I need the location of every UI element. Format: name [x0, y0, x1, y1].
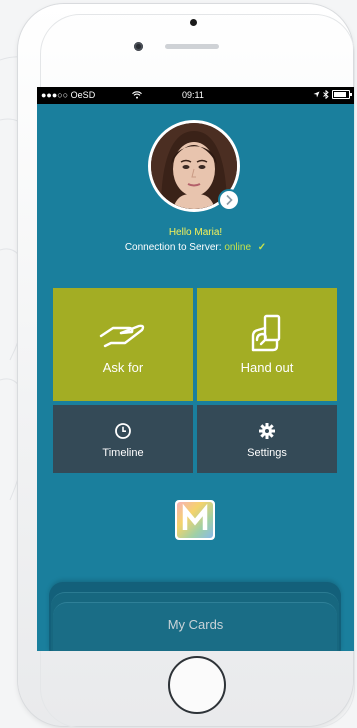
chevron-right-icon — [226, 194, 233, 206]
settings-label: Settings — [247, 447, 287, 459]
wifi-icon — [132, 91, 142, 99]
my-cards-label: My Cards — [167, 617, 224, 632]
carrier-label: ●●●○○ OeSD — [41, 90, 96, 100]
ask-for-button[interactable]: Ask for — [53, 288, 193, 401]
status-right — [313, 90, 352, 99]
logo-m-icon — [177, 502, 213, 538]
greeting-text: Hello Maria! — [168, 227, 223, 238]
hand-out-button[interactable]: Hand out — [197, 288, 337, 401]
hand-out-label: Hand out — [240, 360, 294, 375]
location-icon — [313, 91, 320, 98]
check-icon: ✓ — [257, 242, 267, 253]
bluetooth-icon — [323, 90, 329, 99]
status-time: 09:11 — [182, 90, 204, 100]
status-bar: ●●●○○ OeSD 09:11 — [37, 87, 354, 104]
gear-icon — [259, 423, 275, 439]
ask-for-label: Ask for — [102, 360, 144, 375]
connection-status-line: Connection to Server: online ✓ — [37, 242, 354, 253]
connection-label: Connection to Server: — [124, 242, 222, 253]
camera-dot — [190, 19, 197, 26]
connection-status: online — [224, 242, 252, 253]
settings-button[interactable]: Settings — [197, 405, 337, 473]
clock-icon — [115, 423, 131, 439]
app-logo[interactable] — [175, 500, 215, 540]
timeline-label: Timeline — [102, 447, 144, 459]
earpiece-speaker — [165, 44, 219, 49]
hand-card-icon — [251, 314, 281, 352]
front-camera — [134, 42, 143, 51]
battery-icon — [332, 90, 352, 99]
timeline-button[interactable]: Timeline — [53, 405, 193, 473]
home-button[interactable] — [168, 656, 226, 714]
open-hand-icon — [99, 324, 145, 348]
profile-chevron-button[interactable] — [218, 189, 240, 211]
app-screen: ●●●○○ OeSD 09:11 Hello Maria! Connection… — [37, 87, 354, 651]
